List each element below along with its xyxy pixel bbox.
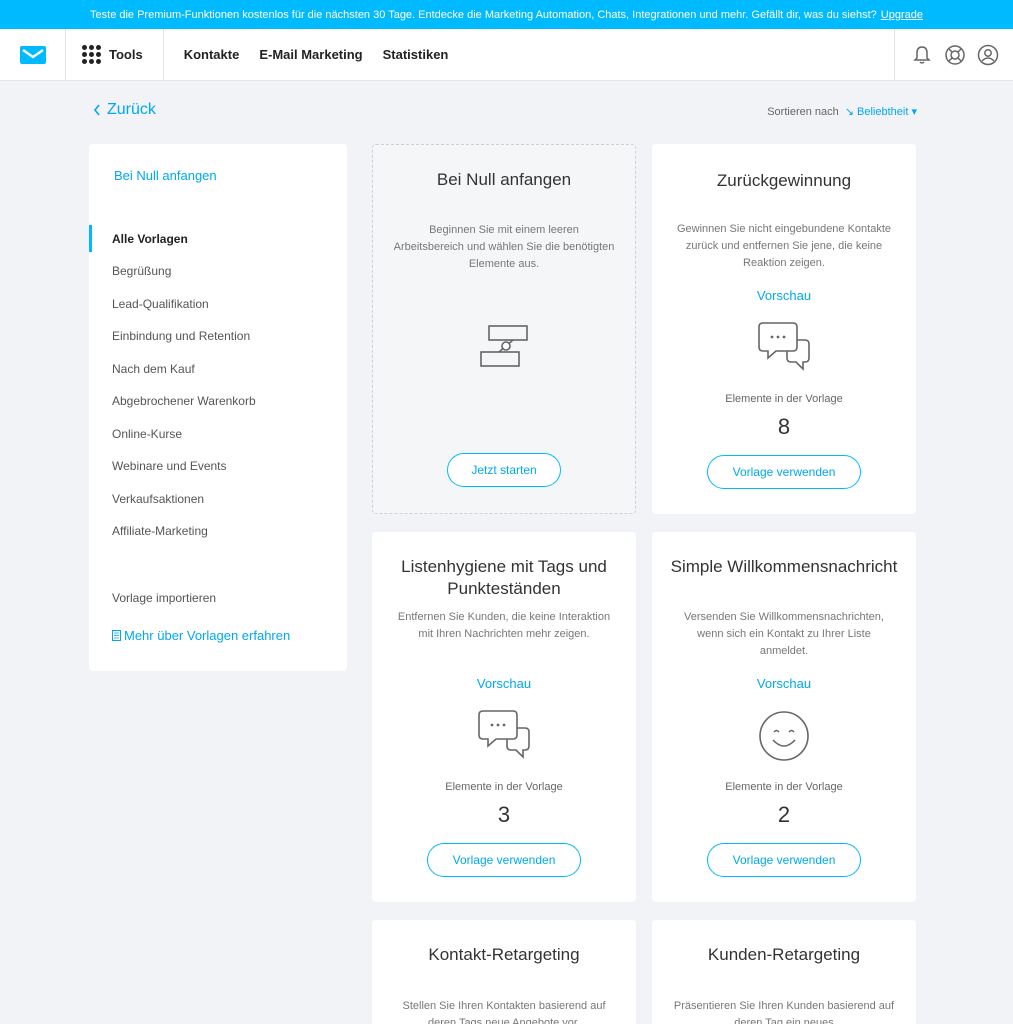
card-description: Präsentieren Sie Ihren Kunden basierend …: [673, 1000, 895, 1024]
user-account-icon[interactable]: [977, 44, 999, 66]
card-title: Bei Null anfangen: [436, 170, 572, 189]
active-indicator: [89, 225, 92, 252]
category-abandoned-cart[interactable]: Abgebrochener Warenkorb: [112, 394, 256, 408]
category-welcome[interactable]: Begrüßung: [112, 264, 171, 278]
chevron-left-icon: [93, 104, 100, 116]
template-card-start-scratch: Bei Null anfangen Beginnen Sie mit einem…: [372, 144, 636, 514]
smiley-icon: [759, 711, 809, 761]
template-card-winback: Zurückgewinnung Gewinnen Sie nicht einge…: [652, 144, 916, 514]
card-title: Simple Willkommensnachricht: [670, 557, 898, 576]
use-template-button[interactable]: Vorlage verwenden: [427, 843, 581, 877]
sort-value: Beliebtheit: [857, 106, 909, 118]
category-lead-qualification[interactable]: Lead-Qualifikation: [112, 297, 209, 311]
card-description: Stellen Sie Ihren Kontakten basierend au…: [402, 1000, 606, 1024]
category-webinars-events[interactable]: Webinare und Events: [112, 459, 227, 473]
workflow-icon: [480, 325, 528, 367]
sort-arrow-icon: ↘: [844, 106, 854, 118]
preview-link[interactable]: Vorschau: [652, 288, 916, 303]
sort-label: Sortieren nach: [767, 105, 839, 118]
start-now-button[interactable]: Jetzt starten: [447, 453, 561, 487]
elements-label: Elemente in der Vorlage: [725, 393, 843, 405]
apps-grid-icon: [82, 45, 101, 64]
card-title: Kunden-Retargeting: [707, 945, 861, 964]
card-title: Kontakt-Retargeting: [428, 945, 580, 964]
upgrade-link[interactable]: Upgrade: [881, 9, 923, 21]
card-description: Entfernen Sie Kunden, die keine Interakt…: [397, 611, 611, 640]
template-card-contact-retargeting: Kontakt-Retargeting Stellen Sie Ihren Ko…: [372, 920, 636, 1024]
sort-control: Sortieren nach ↘ Beliebtheit ▾: [767, 105, 917, 119]
chat-bubbles-icon: [478, 710, 530, 759]
learn-more-link[interactable]: Mehr über Vorlagen erfahren: [112, 628, 290, 643]
tools-menu[interactable]: Tools: [66, 28, 164, 81]
template-card-customer-retargeting: Kunden-Retargeting Präsentieren Sie Ihre…: [652, 920, 916, 1024]
document-icon: [112, 630, 121, 641]
caret-down-icon: ▾: [911, 106, 917, 118]
nav-email-marketing[interactable]: E-Mail Marketing: [259, 47, 362, 62]
top-navigation: Tools Kontakte E-Mail Marketing Statisti…: [0, 28, 1013, 81]
category-post-purchase[interactable]: Nach dem Kauf: [112, 362, 195, 376]
category-all-templates[interactable]: Alle Vorlagen: [112, 232, 188, 246]
logo[interactable]: [0, 28, 66, 81]
card-description: Gewinnen Sie nicht eingebundene Kontakte…: [676, 223, 892, 269]
back-label: Zurück: [107, 101, 156, 118]
chat-bubbles-icon: [758, 322, 810, 371]
help-lifebuoy-icon[interactable]: [944, 44, 966, 66]
preview-link[interactable]: Vorschau: [372, 676, 636, 691]
template-card-list-hygiene: Listenhygiene mit Tags und Punkteständen…: [372, 532, 636, 902]
elements-count: 2: [777, 802, 791, 827]
sidebar-start-from-scratch[interactable]: Bei Null anfangen: [114, 168, 217, 183]
banner-text: Teste die Premium-Funktionen kostenlos f…: [90, 8, 877, 21]
bell-icon[interactable]: [911, 44, 933, 66]
import-template-link[interactable]: Vorlage importieren: [112, 591, 216, 605]
elements-label: Elemente in der Vorlage: [445, 781, 563, 793]
learn-more-label: Mehr über Vorlagen erfahren: [124, 628, 291, 643]
preview-link[interactable]: Vorschau: [652, 676, 916, 691]
card-description: Versenden Sie Willkommensnachrichten, we…: [684, 611, 884, 657]
sort-dropdown[interactable]: ↘ Beliebtheit ▾: [845, 105, 917, 118]
card-description: Beginnen Sie mit einem leeren Arbeitsber…: [393, 224, 615, 270]
template-card-welcome: Simple Willkommensnachricht Versenden Si…: [652, 532, 916, 902]
card-title: Zurückgewinnung: [716, 171, 852, 190]
category-affiliate-marketing[interactable]: Affiliate-Marketing: [112, 524, 208, 538]
card-title: Listenhygiene mit Tags und Punkteständen: [401, 557, 607, 598]
category-sales-promotions[interactable]: Verkaufsaktionen: [112, 492, 204, 506]
category-sidebar: Bei Null anfangen Alle Vorlagen Begrüßun…: [89, 144, 347, 671]
elements-label: Elemente in der Vorlage: [725, 781, 843, 793]
back-link[interactable]: Zurück: [93, 101, 156, 119]
category-online-courses[interactable]: Online-Kurse: [112, 427, 182, 441]
premium-banner: Teste die Premium-Funktionen kostenlos f…: [0, 0, 1013, 29]
nav-contacts[interactable]: Kontakte: [184, 47, 240, 62]
tools-label: Tools: [109, 47, 143, 62]
nav-statistics[interactable]: Statistiken: [383, 47, 449, 62]
elements-count: 8: [777, 414, 791, 439]
main-nav: Kontakte E-Mail Marketing Statistiken: [164, 47, 449, 62]
envelope-logo-icon: [19, 45, 46, 64]
use-template-button[interactable]: Vorlage verwenden: [707, 843, 861, 877]
category-engagement-retention[interactable]: Einbindung und Retention: [112, 329, 250, 343]
nav-right: [894, 29, 1013, 81]
elements-count: 3: [497, 802, 511, 827]
use-template-button[interactable]: Vorlage verwenden: [707, 455, 861, 489]
